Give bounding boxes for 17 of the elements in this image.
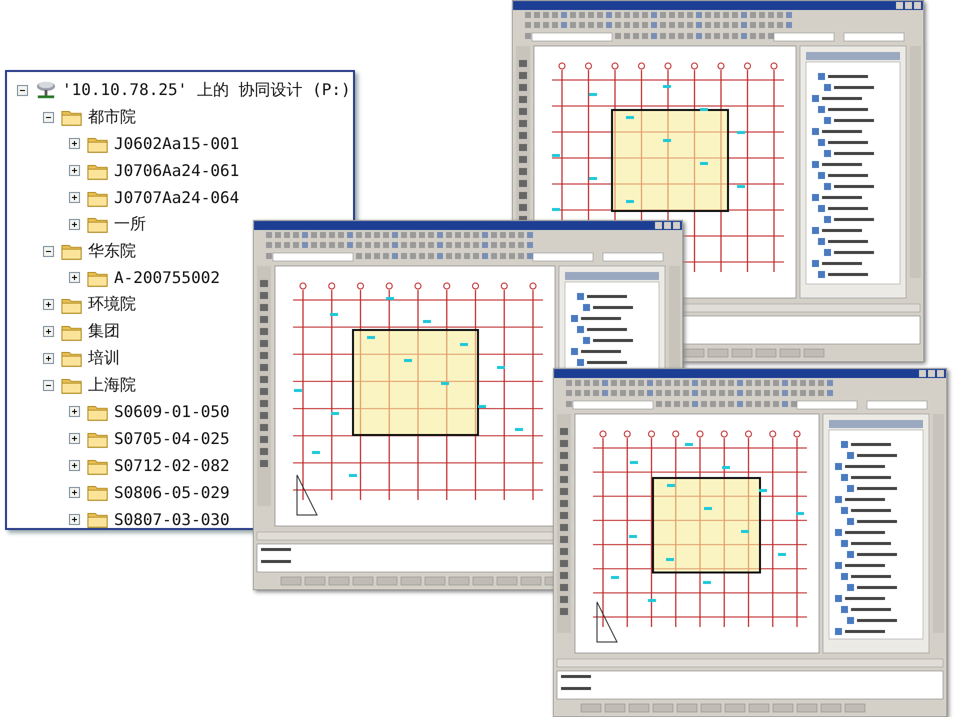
tree-item-label[interactable]: 环境院: [88, 294, 136, 316]
tree-item-label[interactable]: 都市院: [88, 106, 136, 128]
tree-item-label[interactable]: J0602Aa15-001: [114, 134, 240, 154]
tree-item-label[interactable]: S0705-04-025: [114, 429, 230, 448]
tree-item-label[interactable]: 华东院: [88, 240, 136, 262]
tree-item-label[interactable]: J0707Aa24-064: [114, 188, 240, 208]
tree-item-label[interactable]: 一所: [114, 214, 146, 235]
tree-item-label[interactable]: S0712-02-082: [114, 456, 230, 476]
tree-item-label[interactable]: S0807-03-030: [114, 510, 230, 529]
tree-item-label[interactable]: 集团: [88, 321, 120, 342]
tree-item-label[interactable]: A-200755002: [114, 268, 220, 288]
tree-item-label[interactable]: S0609-01-050: [114, 402, 230, 422]
tree-item-label[interactable]: 上海院: [88, 374, 136, 396]
tree-item-label[interactable]: 培训: [88, 348, 120, 369]
tree-item-label[interactable]: S0806-05-029: [114, 482, 230, 502]
tree-item-label[interactable]: '10.10.78.25' 上的 协同设计 (P:): [62, 80, 351, 101]
tree-item-label[interactable]: J0706Aa24-061: [114, 161, 240, 180]
